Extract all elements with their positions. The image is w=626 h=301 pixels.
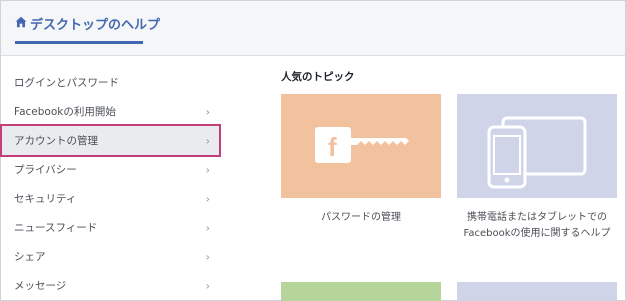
svg-text:f: f bbox=[328, 132, 337, 162]
help-sidebar: ログインとパスワード Facebookの利用開始 › アカウントの管理 › プラ… bbox=[0, 68, 222, 300]
sidebar-item-account-management[interactable]: アカウントの管理 › bbox=[0, 124, 221, 157]
topic-caption-line: 携帯電話またはタブレットでの bbox=[467, 212, 607, 223]
sidebar-item-share[interactable]: シェア › bbox=[0, 242, 222, 271]
topic-caption-line: Facebookの使用に関するヘルプ bbox=[463, 228, 611, 239]
chevron-right-icon: › bbox=[205, 221, 210, 234]
chevron-right-icon: › bbox=[205, 279, 210, 292]
phone-tablet-icon bbox=[487, 116, 587, 189]
topic-card-4[interactable] bbox=[457, 282, 617, 301]
sidebar-item-label: メッセージ bbox=[14, 280, 67, 292]
sidebar-item-label: シェア bbox=[14, 251, 46, 263]
header-title: デスクトップのヘルプ bbox=[30, 18, 161, 33]
topic-tile bbox=[457, 94, 617, 198]
desktop-help-link[interactable]: デスクトップのヘルプ bbox=[15, 14, 160, 44]
chevron-right-icon: › bbox=[205, 192, 210, 205]
active-tab-underline bbox=[15, 41, 143, 44]
sidebar-item-security[interactable]: セキュリティ › bbox=[0, 184, 222, 213]
topic-tile: f bbox=[281, 94, 441, 198]
sidebar-item-login-password[interactable]: ログインとパスワード bbox=[0, 68, 222, 97]
topic-card-mobile-help[interactable]: 携帯電話またはタブレットでの Facebookの使用に関するヘルプ bbox=[457, 94, 617, 244]
sidebar-item-label: ニュースフィード bbox=[14, 222, 98, 234]
chevron-right-icon: › bbox=[205, 134, 210, 147]
sidebar-item-news-feed[interactable]: ニュースフィード › bbox=[0, 213, 222, 242]
facebook-key-icon: f bbox=[315, 127, 409, 163]
chevron-right-icon: › bbox=[205, 163, 210, 176]
popular-topics-title: 人気のトピック bbox=[281, 71, 355, 83]
sidebar-item-label: ログインとパスワード bbox=[14, 77, 119, 89]
help-header: デスクトップのヘルプ bbox=[1, 1, 625, 56]
chevron-right-icon: › bbox=[205, 105, 210, 118]
topic-card-password[interactable]: f パスワードの管理 bbox=[281, 94, 441, 244]
sidebar-item-getting-started[interactable]: Facebookの利用開始 › bbox=[0, 97, 222, 126]
topic-tile bbox=[457, 282, 617, 301]
topic-tile bbox=[281, 282, 441, 301]
topic-caption: 携帯電話またはタブレットでの Facebookの使用に関するヘルプ bbox=[451, 210, 623, 242]
sidebar-item-label: アカウントの管理 bbox=[14, 135, 98, 147]
sidebar-item-messages[interactable]: メッセージ › bbox=[0, 271, 222, 300]
topic-card-3[interactable] bbox=[281, 282, 441, 301]
chevron-right-icon: › bbox=[205, 250, 210, 263]
home-icon bbox=[15, 16, 27, 28]
sidebar-item-label: Facebookの利用開始 bbox=[14, 106, 116, 118]
sidebar-item-label: プライバシー bbox=[14, 164, 77, 176]
topic-caption: パスワードの管理 bbox=[321, 212, 401, 223]
sidebar-item-label: セキュリティ bbox=[14, 193, 77, 205]
sidebar-item-privacy[interactable]: プライバシー › bbox=[0, 155, 222, 184]
